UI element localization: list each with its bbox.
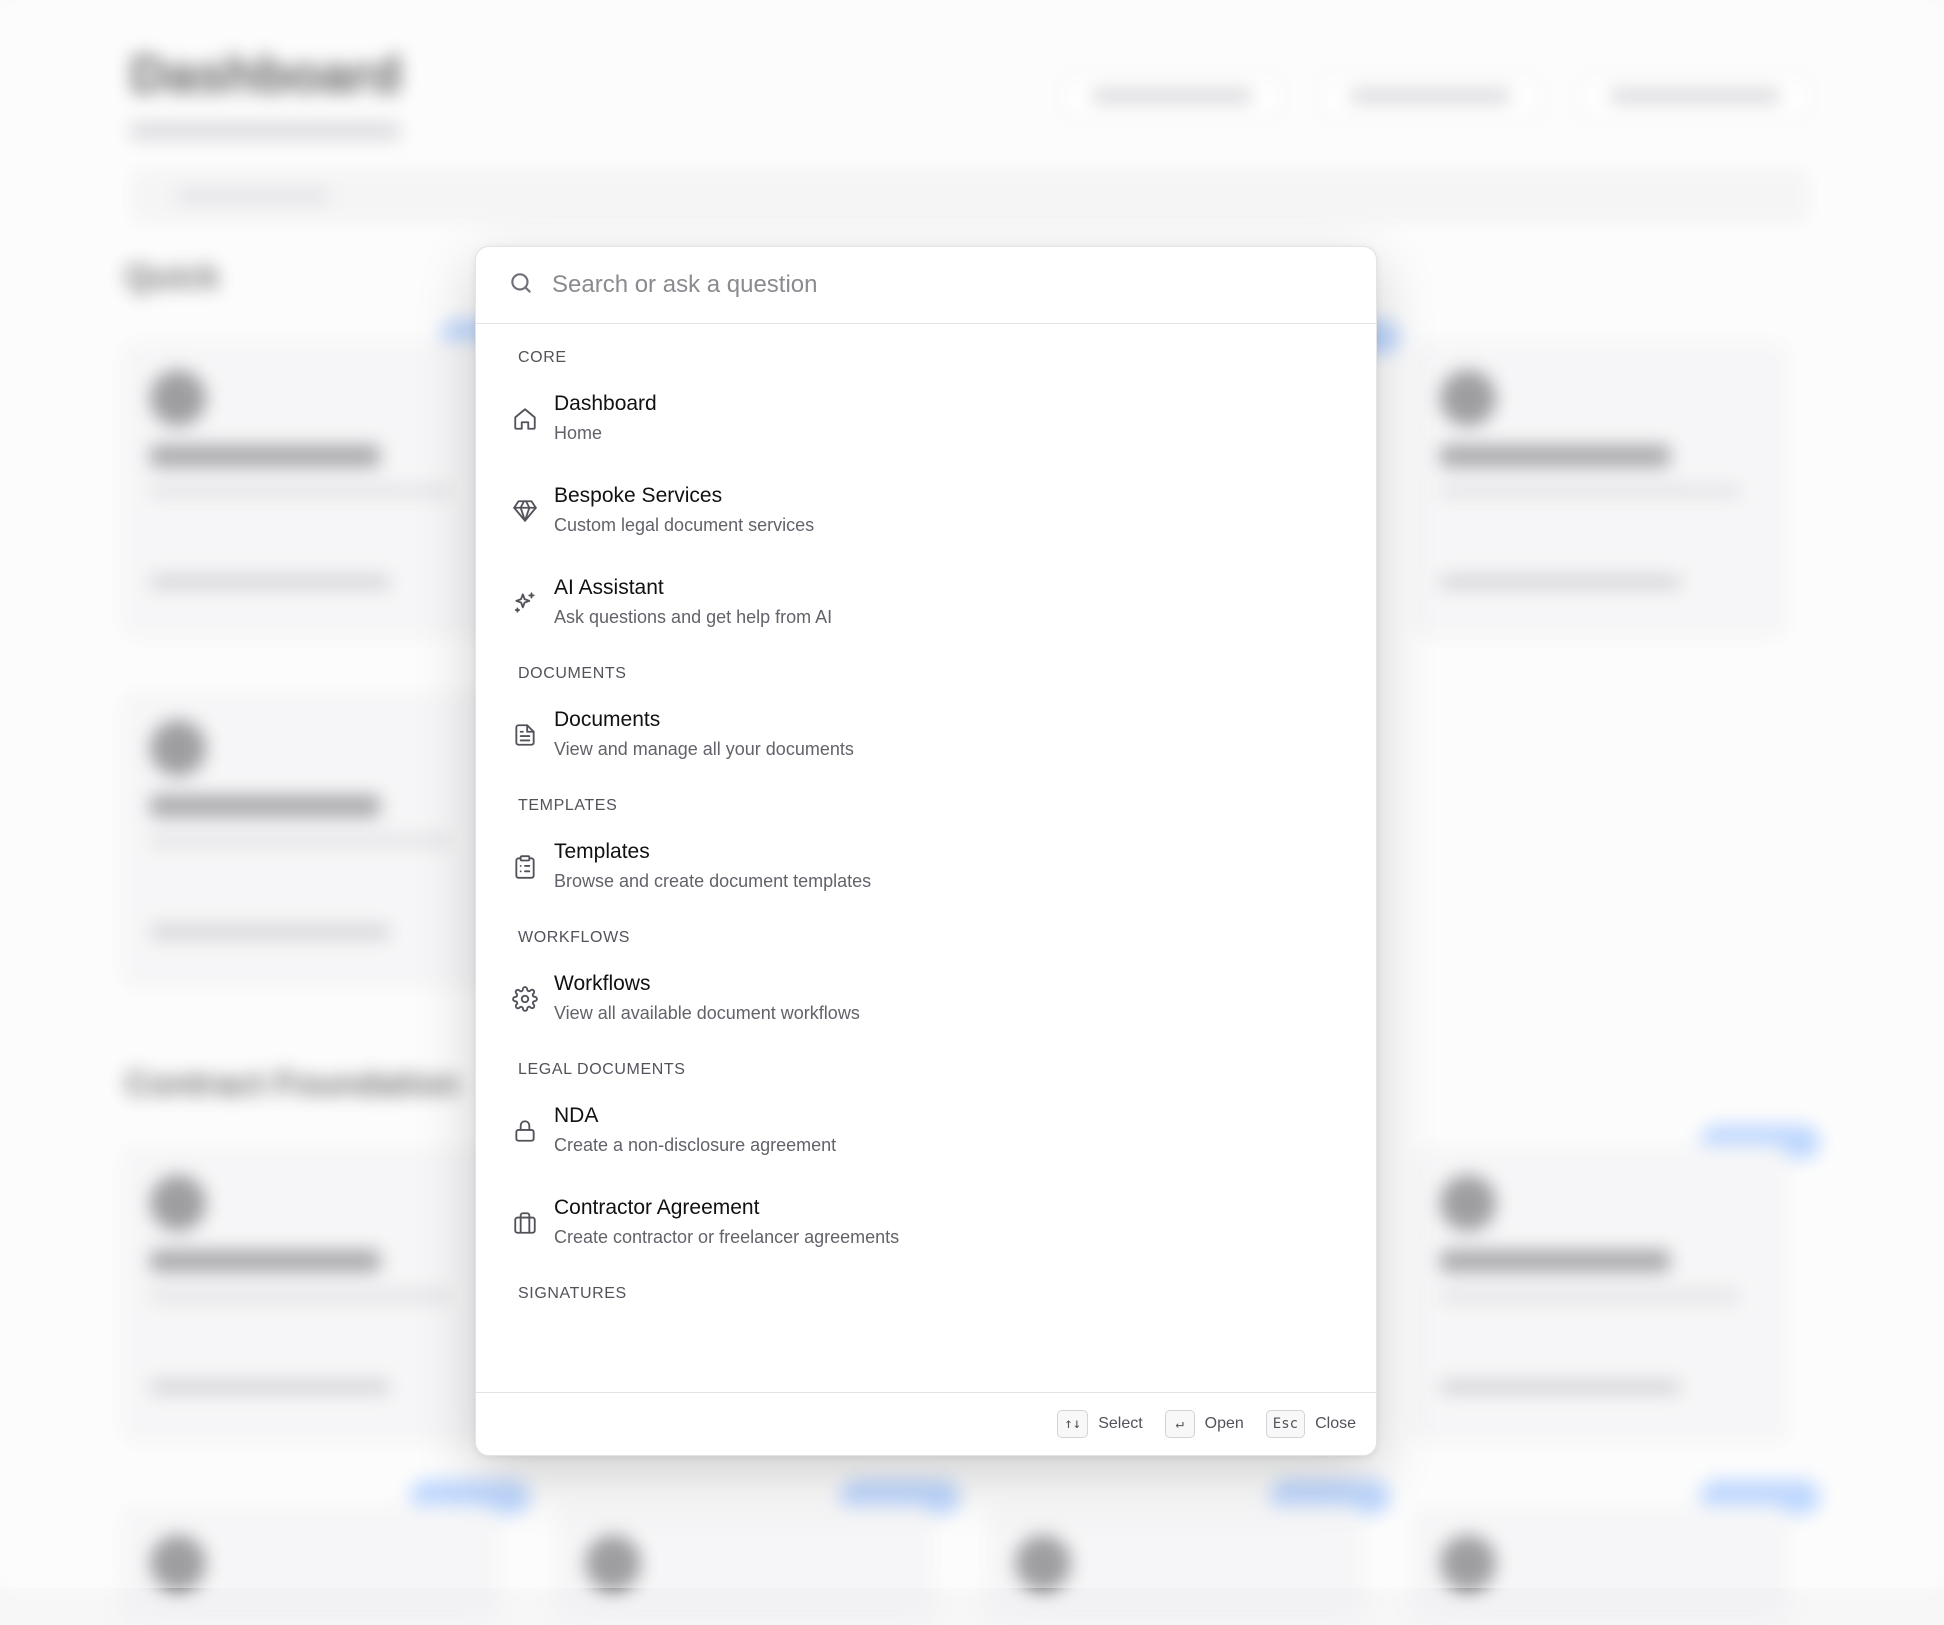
command-item-title: Contractor Agreement — [554, 1196, 760, 1219]
search-input[interactable] — [550, 270, 1344, 300]
command-item-title: Templates — [554, 840, 650, 863]
command-item-dashboard[interactable]: Dashboard Home — [476, 372, 1376, 464]
group-label-legal-documents: LEGAL DOCUMENTS — [518, 1061, 686, 1078]
gear-icon — [512, 986, 538, 1012]
select-hint-label: Select — [1098, 1415, 1143, 1432]
select-key: ↑↓ — [1057, 1410, 1089, 1438]
command-item-description: Custom legal document services — [554, 515, 815, 535]
gem-icon — [512, 498, 538, 524]
command-item-title: Documents — [554, 708, 661, 731]
briefcase-icon — [512, 1210, 538, 1236]
home-icon — [512, 406, 538, 432]
file-text-icon — [512, 722, 538, 748]
keyboard-hints: ↑↓ Select ↵ Open Esc Close — [476, 1392, 1376, 1455]
group-label-templates: TEMPLATES — [518, 797, 618, 814]
close-key: Esc — [1265, 1410, 1306, 1438]
command-item-description: Home — [554, 423, 603, 443]
close-hint-label: Close — [1315, 1415, 1356, 1432]
command-item-bespoke-services[interactable]: Bespoke Services Custom legal document se… — [476, 464, 1376, 556]
command-item-contractor-agreement[interactable]: Contractor Agreement Create contractor or… — [476, 1176, 1376, 1268]
command-item-description: View all available document workflows — [554, 1003, 860, 1023]
open-key: ↵ — [1164, 1410, 1195, 1438]
command-item-workflows[interactable]: Workflows View all available document wor… — [476, 952, 1376, 1044]
command-item-ai-assistant[interactable]: AI Assistant Ask questions and get help f… — [476, 556, 1376, 648]
search-icon — [508, 270, 534, 301]
command-item-title: Dashboard — [554, 392, 657, 415]
group-label-documents: DOCUMENTS — [518, 665, 627, 682]
select-hint: ↑↓ Select — [1057, 1410, 1143, 1438]
search-bar — [476, 247, 1376, 324]
command-item-title: Bespoke Services — [554, 484, 723, 507]
group-label-workflows: WORKFLOWS — [518, 929, 631, 946]
command-item-title: Workflows — [554, 972, 651, 995]
open-hint-label: Open — [1204, 1415, 1244, 1432]
command-item-description: Browse and create document templates — [554, 871, 872, 891]
lock-icon — [512, 1118, 538, 1144]
clipboard-list-icon — [512, 854, 538, 880]
command-palette: CORE Dashboard Home Bespoke Services Custom … — [475, 246, 1377, 1456]
group-label-signatures: SIGNATURES — [518, 1285, 627, 1302]
command-item-templates[interactable]: Templates Browse and create document temp… — [476, 820, 1376, 912]
command-item-description: Create contractor or freelancer agreemen… — [554, 1227, 900, 1247]
command-item-description: View and manage all your documents — [554, 739, 854, 759]
sparkles-icon — [512, 590, 538, 616]
close-hint: Esc Close — [1265, 1410, 1356, 1438]
results-list[interactable]: CORE Dashboard Home Bespoke Services Custom … — [476, 324, 1376, 1390]
command-item-title: AI Assistant — [554, 576, 664, 599]
group-label-core: CORE — [518, 349, 567, 366]
command-item-documents[interactable]: Documents View and manage all your docume… — [476, 688, 1376, 780]
command-item-description: Create a non-disclosure agreement — [554, 1135, 837, 1155]
open-hint: ↵ Open — [1164, 1410, 1244, 1438]
command-item-title: NDA — [554, 1104, 599, 1127]
command-item-nda[interactable]: NDA Create a non-disclosure agreement — [476, 1084, 1376, 1176]
command-item-description: Ask questions and get help from AI — [554, 607, 833, 627]
